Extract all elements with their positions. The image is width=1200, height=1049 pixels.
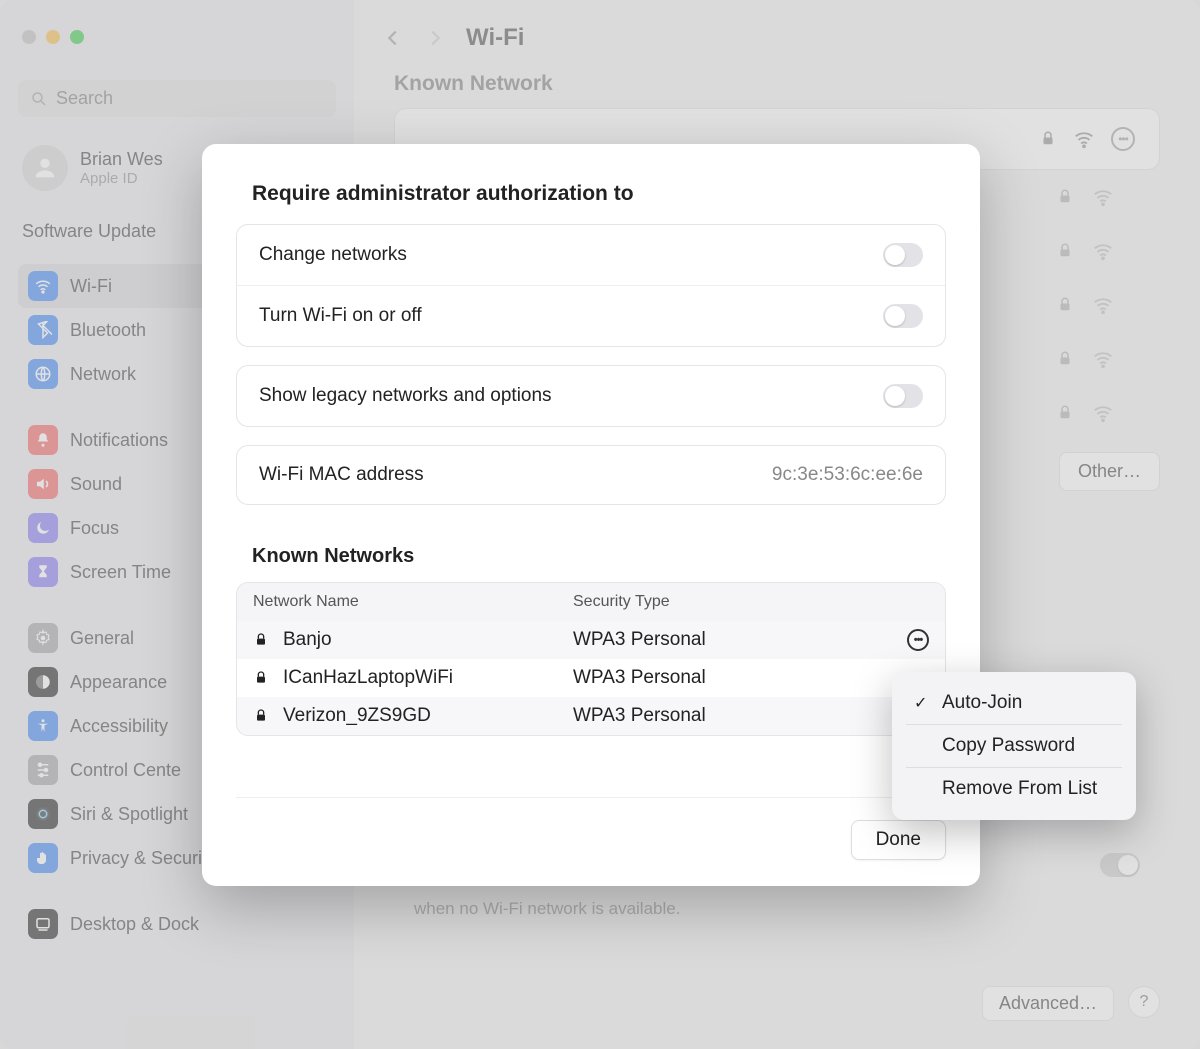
known-networks-table: Network Name Security Type BanjoWPA3 Per… [236, 582, 946, 736]
legacy-group: Show legacy networks and options [236, 365, 946, 427]
done-button[interactable]: Done [851, 820, 946, 860]
legacy-label: Show legacy networks and options [259, 385, 552, 407]
mac-group: Wi-Fi MAC address 9c:3e:53:6c:ee:6e [236, 445, 946, 505]
ctx-remove-label: Remove From List [942, 778, 1097, 800]
change-networks-toggle[interactable] [883, 243, 923, 267]
network-name: Verizon_9ZS9GD [283, 705, 573, 727]
table-row[interactable]: BanjoWPA3 Personal••• [237, 621, 945, 659]
security-type: WPA3 Personal [573, 629, 907, 651]
network-name: Banjo [283, 629, 573, 651]
security-type: WPA3 Personal [573, 667, 929, 689]
table-row[interactable]: ICanHazLaptopWiFiWPA3 Personal [237, 659, 945, 697]
wifi-onoff-row: Turn Wi-Fi on or off [237, 285, 945, 346]
lock-icon [253, 632, 283, 648]
security-type: WPA3 Personal [573, 705, 929, 727]
wifi-onoff-toggle[interactable] [883, 304, 923, 328]
col-security-type: Security Type [573, 593, 670, 611]
known-networks-header: Known Networks [252, 545, 946, 568]
mac-row: Wi-Fi MAC address 9c:3e:53:6c:ee:6e [237, 446, 945, 504]
mac-value: 9c:3e:53:6c:ee:6e [772, 464, 923, 486]
network-name: ICanHazLaptopWiFi [283, 667, 573, 689]
ctx-remove-from-list[interactable]: Remove From List [906, 767, 1122, 810]
mac-label: Wi-Fi MAC address [259, 464, 424, 486]
ctx-copy-password[interactable]: Copy Password [906, 724, 1122, 767]
admin-auth-group: Change networks Turn Wi-Fi on or off [236, 224, 946, 347]
ctx-copy-password-label: Copy Password [942, 735, 1075, 757]
lock-icon [253, 670, 283, 686]
change-networks-label: Change networks [259, 244, 407, 266]
table-header: Network Name Security Type [237, 583, 945, 621]
wifi-advanced-modal: Require administrator authorization to C… [202, 144, 980, 886]
col-network-name: Network Name [253, 593, 573, 611]
change-networks-row: Change networks [237, 225, 945, 285]
lock-icon [253, 708, 283, 724]
checkmark-icon: ✓ [914, 693, 932, 713]
network-context-menu: ✓ Auto-Join Copy Password Remove From Li… [892, 672, 1136, 820]
ctx-auto-join-label: Auto-Join [942, 692, 1022, 714]
modal-title: Require administrator authorization to [252, 182, 946, 206]
wifi-onoff-label: Turn Wi-Fi on or off [259, 305, 422, 327]
legacy-row: Show legacy networks and options [237, 366, 945, 426]
ctx-auto-join[interactable]: ✓ Auto-Join [906, 682, 1122, 724]
more-icon[interactable]: ••• [907, 629, 929, 651]
table-row[interactable]: Verizon_9ZS9GDWPA3 Personal [237, 697, 945, 735]
legacy-toggle[interactable] [883, 384, 923, 408]
